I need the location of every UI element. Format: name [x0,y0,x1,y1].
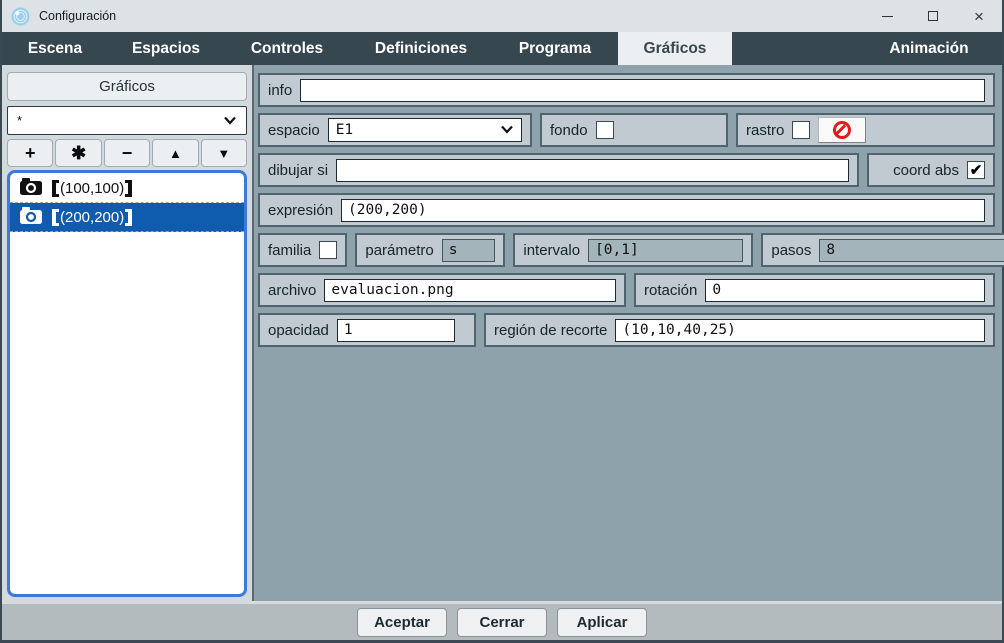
dialog-footer: Aceptar Cerrar Aplicar [2,601,1002,640]
check-icon: ✔ [969,161,983,179]
dibujar-si-input[interactable] [336,158,849,182]
app-logo-icon [11,7,30,26]
info-group: info [258,73,995,107]
tab-controles[interactable]: Controles [224,32,350,65]
coord-abs-label: coord abs [893,161,959,179]
espacio-group: espacio E1 [258,113,532,147]
dibujar-si-label: dibujar si [268,161,329,179]
fondo-label: fondo [550,121,588,139]
item-label: (100,100) [52,179,133,197]
tab-graficos[interactable]: Gráficos [618,32,732,65]
rotacion-label: rotación [644,281,698,299]
coord-abs-checkbox[interactable]: ✔ [967,161,985,179]
camera-icon [20,206,42,228]
intervalo-group: intervalo [513,233,754,267]
bracket-open-icon [52,208,59,226]
parametro-input [441,238,496,262]
no-sign-icon [833,121,852,139]
opacidad-input[interactable] [336,318,455,342]
pasos-label: pasos [771,241,812,259]
tab-escena[interactable]: Escena [2,32,108,65]
tab-espacios[interactable]: Espacios [108,32,224,65]
familia-checkbox[interactable] [319,241,338,259]
tab-programa[interactable]: Programa [492,32,618,65]
espacio-value: E1 [335,122,354,138]
clear-trace-button[interactable] [818,117,867,143]
opacidad-group: opacidad [258,313,476,347]
opacidad-label: opacidad [268,321,329,339]
move-down-button[interactable]: ▼ [200,139,248,167]
rotacion-input[interactable] [705,278,985,302]
info-input[interactable] [300,78,985,102]
configuration-window: Configuración × Escena Espacios Controle… [0,0,1004,643]
pasos-input [819,238,1004,262]
titlebar: Configuración × [2,0,1002,32]
info-label: info [268,81,293,99]
maximize-icon [928,11,938,21]
rastro-group: rastro [736,113,995,147]
bracket-open-icon [52,179,59,197]
expresion-label: expresión [268,201,334,219]
tab-definiciones[interactable]: Definiciones [350,32,492,65]
pasos-group: pasos [761,233,1004,267]
rastro-checkbox[interactable] [792,121,811,139]
tab-bar: Escena Espacios Controles Definiciones P… [2,32,1002,65]
maximize-button[interactable] [910,0,956,32]
close-button[interactable]: × [956,0,1002,32]
graficos-filter-select[interactable]: * [7,106,247,135]
content-area: Gráficos * + ✱ − ▲ ▼ (100,100) (200,200)… [2,65,1004,601]
list-item-200-200[interactable]: (200,200) [10,203,244,232]
espacio-select[interactable]: E1 [327,118,522,142]
graficos-list: (100,100) (200,200) [7,170,247,597]
tab-animacion[interactable]: Animación [856,32,1002,65]
parametro-group: parámetro [355,233,506,267]
list-item-100-100[interactable]: (100,100) [10,174,244,203]
chevron-down-icon [223,113,237,128]
region-recorte-label: región de recorte [494,321,608,339]
graficos-filter-value: * [17,113,23,128]
chevron-down-icon [500,122,514,138]
fondo-group: fondo [540,113,728,147]
window-title: Configuración [39,9,117,23]
remove-button[interactable]: − [103,139,151,167]
grafico-properties-form: info espacio E1 fondo rastro dibujar si … [254,65,1004,601]
intervalo-label: intervalo [523,241,581,259]
window-controls: × [864,0,1002,32]
cerrar-button[interactable]: Cerrar [457,607,547,637]
rastro-label: rastro [746,121,785,139]
archivo-input[interactable] [324,278,616,302]
move-up-button[interactable]: ▲ [152,139,199,167]
graficos-toolbar: + ✱ − ▲ ▼ [7,139,248,167]
duplicate-button[interactable]: ✱ [55,139,102,167]
minimize-icon [881,15,893,17]
intervalo-input [588,238,744,262]
bracket-close-icon [125,179,133,197]
close-icon: × [974,6,984,26]
bracket-close-icon [125,208,133,226]
region-recorte-input[interactable] [615,318,985,342]
rotacion-group: rotación [634,273,995,307]
dibujar-si-group: dibujar si [258,153,859,187]
archivo-label: archivo [268,281,317,299]
graficos-panel-header[interactable]: Gráficos [7,72,247,101]
espacio-label: espacio [268,121,320,139]
aceptar-button[interactable]: Aceptar [357,607,447,637]
expresion-input[interactable] [341,198,985,222]
item-label: (200,200) [52,208,133,226]
aplicar-button[interactable]: Aplicar [557,607,647,637]
region-recorte-group: región de recorte [484,313,995,347]
familia-label: familia [268,241,312,259]
graficos-sidebar: Gráficos * + ✱ − ▲ ▼ (100,100) (200,200) [2,65,254,601]
camera-icon [20,177,42,199]
familia-group: familia [258,233,348,267]
add-button[interactable]: + [7,139,54,167]
archivo-group: archivo [258,273,626,307]
expresion-group: expresión [258,193,995,227]
coord-abs-group: coord abs ✔ [867,153,995,187]
parametro-label: parámetro [365,241,434,259]
minimize-button[interactable] [864,0,910,32]
fondo-checkbox[interactable] [595,121,614,139]
